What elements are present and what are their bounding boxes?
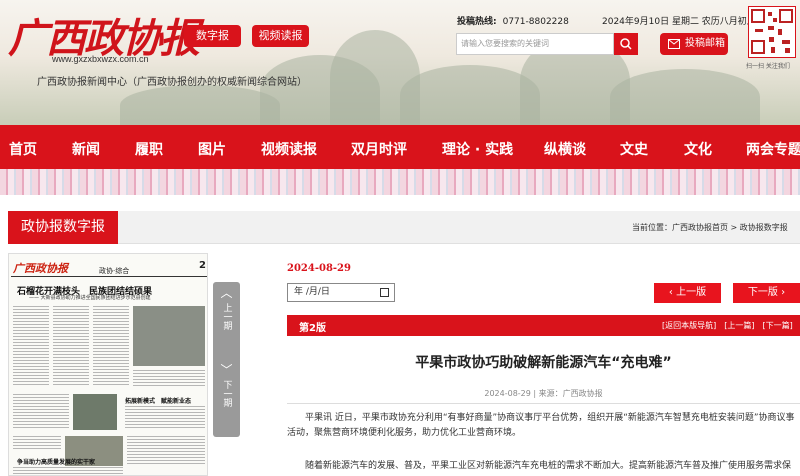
- paper-photo: [73, 394, 117, 430]
- breadcrumb[interactable]: 当前位置：广西政协报首页 > 政协报数字报: [632, 222, 788, 233]
- prev-page-button[interactable]: ‹ 上一版: [654, 283, 721, 303]
- next-page-button[interactable]: 下一版 ›: [733, 283, 800, 303]
- section-title: 政协报数字报: [8, 211, 118, 244]
- paper-text-block: [127, 436, 205, 466]
- edition-links[interactable]: [返回本版导航] [上一篇] [下一篇]: [662, 320, 793, 331]
- current-date: 2024年9月10日 星期二 农历八月初八: [602, 17, 756, 27]
- paper-brand: 广西政协报: [13, 262, 68, 275]
- qr-caption: 扫一扫 关注我们: [746, 63, 790, 70]
- paper-text-block: [125, 406, 205, 430]
- calendar-icon[interactable]: [380, 288, 389, 297]
- search-input[interactable]: 请输入您要搜索的关键词: [456, 33, 614, 55]
- paper-text-block: [93, 306, 129, 386]
- nav-item-theory[interactable]: 理论 · 实践: [442, 139, 513, 159]
- newspaper-page-thumbnail[interactable]: 广西政协报 政协·综合 2 石榴花开满枝头 民族团结结硕果 —— 大新县政协助力…: [8, 253, 208, 476]
- article-paragraph: 平果讯 近日，平果市政协充分利用“有事好商量”协商议事厅平台优势，组织开展“新能…: [287, 413, 795, 438]
- date-picker[interactable]: 年 /月/日: [287, 283, 395, 302]
- date-picker-value: 年 /月/日: [294, 287, 330, 297]
- paper-page-number: 2: [199, 260, 206, 271]
- edition-label: 第2版: [299, 323, 326, 334]
- paper-text-block: [133, 370, 205, 388]
- nav-item-culture[interactable]: 文化: [684, 139, 712, 159]
- nav-item-home[interactable]: 首页: [9, 139, 37, 159]
- paper-text-block: [53, 306, 89, 386]
- hotline: 投稿热线: 0771-8802228: [457, 14, 569, 27]
- search-button[interactable]: [614, 33, 638, 55]
- nav-item-commentary[interactable]: 双月时评: [351, 139, 407, 159]
- site-subtitle: 广西政协报新闻中心（广西政协报创办的权威新闻综合网站）: [37, 77, 307, 88]
- nav-item-perspective[interactable]: 纵横谈: [544, 139, 586, 159]
- chevron-up-icon: ︿: [220, 286, 233, 300]
- qr-code-icon: [751, 9, 793, 54]
- paper-photo: [133, 306, 205, 366]
- paper-rule: [11, 276, 207, 277]
- article-title: 平果市政协巧助破解新能源汽车“充电难”: [415, 355, 672, 371]
- mountain-decoration: [610, 69, 760, 125]
- next-page-label: 下一版: [747, 287, 778, 298]
- video-read-button[interactable]: 视频读报: [252, 25, 309, 47]
- nav-item-sessions[interactable]: 两会专题: [746, 139, 800, 159]
- article-meta: 2024-08-29 | 来源：广西政协报: [484, 389, 603, 398]
- submit-email-button[interactable]: 投稿邮箱: [660, 33, 728, 55]
- paper-text-block: [13, 467, 123, 475]
- nav-item-duties[interactable]: 履职: [135, 139, 163, 159]
- nav-item-news[interactable]: 新闻: [72, 139, 100, 159]
- mountain-decoration: [120, 85, 280, 125]
- paper-text-block: [13, 394, 69, 430]
- search-icon: [620, 38, 632, 50]
- chevron-left-icon: ‹: [668, 287, 673, 298]
- paper-subheadline: —— 大新县政协助力推进全国民族团结进步示范县创建: [29, 295, 151, 301]
- paper-headline-2: 拓展新模式 赋能新业态: [125, 398, 192, 405]
- site-url: www.gxzxbxwzx.com.cn: [52, 54, 149, 64]
- paper-text-block: [13, 306, 49, 386]
- paper-text-block: [13, 436, 61, 450]
- paper-headline-3: 争当助力高质量发展的实干家: [17, 459, 96, 466]
- submit-email-label: 投稿邮箱: [685, 38, 725, 49]
- prev-issue-button[interactable]: ︿ 上一期: [213, 282, 240, 362]
- hotline-number: 0771-8802228: [502, 17, 569, 27]
- next-issue-label: 下一期: [221, 380, 232, 407]
- next-issue-button[interactable]: ﹀ 下一期: [213, 357, 240, 437]
- nav-item-video[interactable]: 视频读报: [261, 139, 317, 159]
- article-paragraph: 随着新能源汽车的发展、普及，平果工业区对新能源汽车充电桩的需求不断加大。提高新能…: [305, 461, 792, 471]
- paper-section: 政协·综合: [99, 267, 130, 275]
- prev-page-label: 上一版: [676, 287, 707, 298]
- hotline-label: 投稿热线:: [457, 17, 497, 27]
- issue-date: 2024-08-29: [287, 263, 351, 274]
- mail-icon: [668, 39, 680, 49]
- chevron-right-icon: ›: [781, 287, 786, 298]
- prev-issue-label: 上一期: [221, 303, 232, 330]
- divider: [287, 403, 800, 404]
- digital-paper-button[interactable]: 数字报: [184, 25, 241, 47]
- nav-item-history[interactable]: 文史: [620, 139, 648, 159]
- mountain-decoration: [400, 65, 540, 125]
- chevron-down-icon: ﹀: [220, 363, 233, 377]
- decorative-pattern: [0, 169, 800, 195]
- main-nav: 首页 新闻 履职 图片 视频读报 双月时评 理论 · 实践 纵横谈 文史 文化 …: [0, 125, 800, 169]
- nav-item-photos[interactable]: 图片: [198, 139, 226, 159]
- qr-code: [748, 6, 796, 58]
